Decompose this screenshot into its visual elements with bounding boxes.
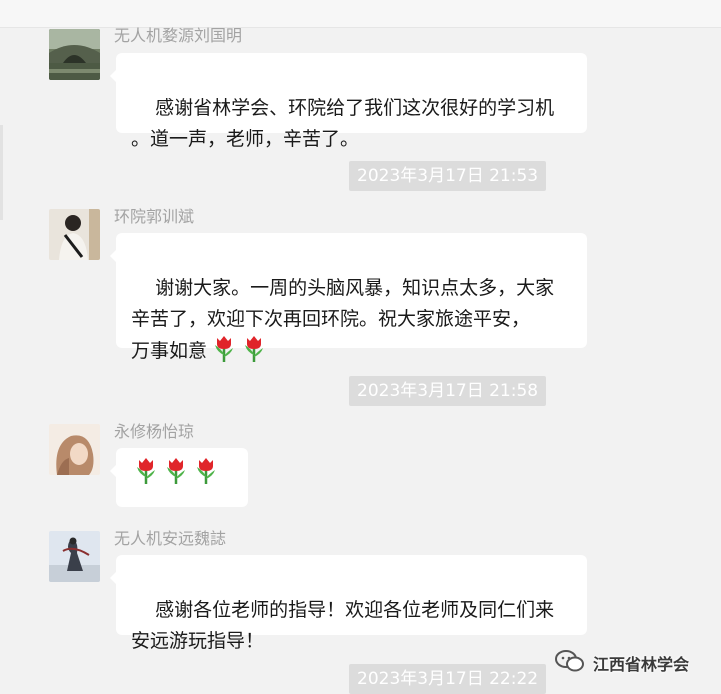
person-avatar[interactable]: [49, 209, 100, 260]
bridge-avatar[interactable]: [49, 29, 100, 80]
sender-name: 无人机安远魏誌: [114, 529, 227, 548]
message-text: 感谢省林学会、环院给了我们这次很好的学习机 。道一声，老师，辛苦了。: [131, 97, 555, 150]
message-text: 谢谢大家。一周的头脑风暴，知识点太多，大家 辛苦了，欢迎下次再回环院。祝大家旅途…: [131, 277, 555, 362]
scroll-edge: [0, 125, 3, 220]
wechat-icon: [555, 649, 585, 677]
tulip-emoji: [133, 457, 159, 485]
tulip-emoji: [163, 457, 189, 485]
sender-name: 环院郭训斌: [114, 207, 195, 226]
message-bubble[interactable]: [110, 448, 248, 507]
message-text: 感谢各位老师的指导！欢迎各位老师及同仁们来 安远游玩指导！: [131, 599, 555, 652]
sender-name: 无人机婺源刘国明: [114, 26, 243, 45]
timestamp: 2023年3月17日 22:22: [349, 664, 547, 694]
tulip-emoji: [211, 335, 237, 363]
chat-top-bar: [0, 0, 721, 28]
sender-name: 永修杨怡琼: [114, 422, 195, 441]
tulip-emoji: [193, 457, 219, 485]
timestamp: 2023年3月17日 21:58: [349, 376, 547, 406]
message-bubble[interactable]: 感谢各位老师的指导！欢迎各位老师及同仁们来 安远游玩指导！: [110, 555, 587, 652]
message-bubble[interactable]: 谢谢大家。一周的头脑风暴，知识点太多，大家 辛苦了，欢迎下次再回环院。祝大家旅途…: [110, 233, 587, 362]
account-watermark: 江西省林学会: [555, 648, 689, 678]
timestamp: 2023年3月17日 21:53: [349, 161, 547, 191]
tulip-emoji: [241, 335, 267, 363]
watermark-text: 江西省林学会: [593, 655, 690, 674]
girl-avatar[interactable]: [49, 424, 100, 475]
message-bubble[interactable]: 感谢省林学会、环院给了我们这次很好的学习机 。道一声，老师，辛苦了。: [110, 53, 587, 150]
dancer-avatar[interactable]: [49, 531, 100, 582]
